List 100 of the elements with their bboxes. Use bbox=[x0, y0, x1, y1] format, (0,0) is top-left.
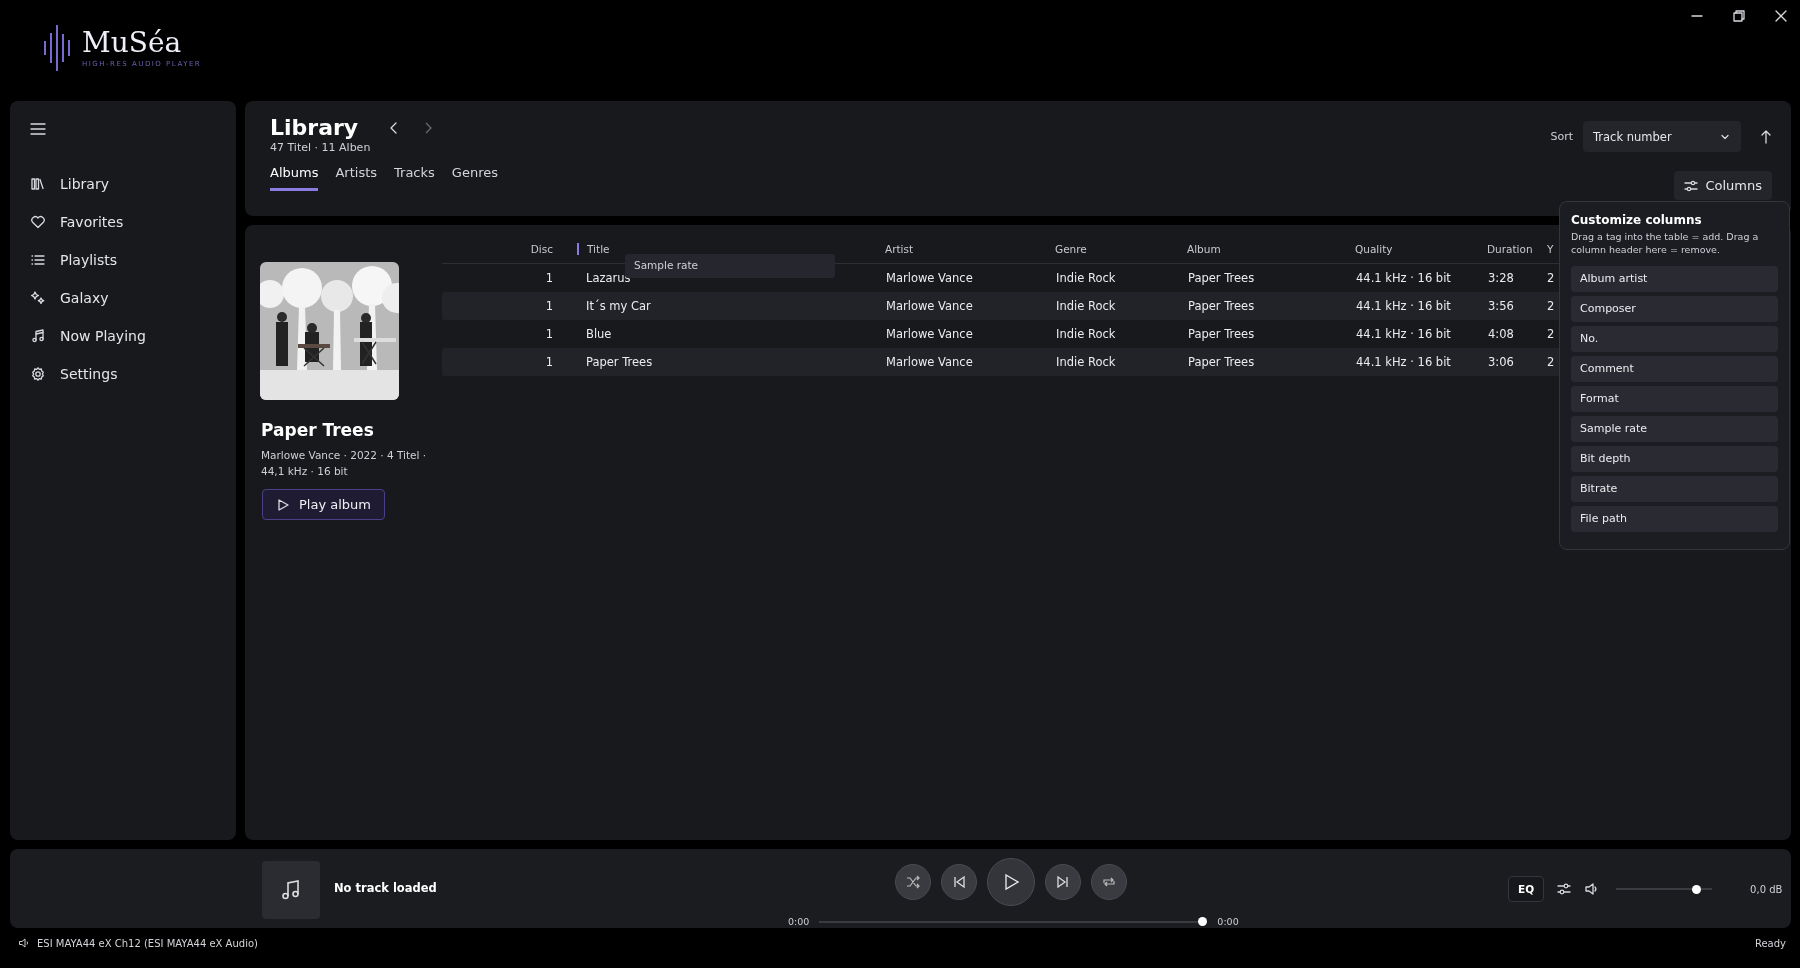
column-header[interactable]: Y bbox=[1545, 243, 1560, 255]
sidebar-item[interactable]: Galaxy bbox=[10, 279, 236, 317]
heart-icon bbox=[30, 214, 46, 230]
table-cell-text: 3:28 bbox=[1487, 271, 1515, 285]
shuffle-icon bbox=[905, 874, 921, 890]
table-cell-text: Paper Trees bbox=[1187, 327, 1256, 341]
settings-icon bbox=[30, 366, 46, 382]
panel-title: Customize columns bbox=[1571, 213, 1703, 227]
table-cell-text: 1 bbox=[544, 355, 554, 369]
track-title: No track loaded bbox=[334, 881, 437, 895]
previous-icon bbox=[951, 874, 967, 890]
audio-device: ESI MAYA44 eX Ch12 (ESI MAYA44 eX Audio) bbox=[37, 937, 258, 949]
column-header[interactable]: Duration bbox=[1479, 243, 1545, 255]
table-cell-text: Marlowe Vance bbox=[885, 271, 974, 285]
table-cell-text: 2 bbox=[1546, 299, 1556, 313]
album-details: Marlowe Vance · 2022 · 4 Titel · 44,1 kHz · 16 bit bbox=[261, 448, 428, 479]
sliders-icon[interactable] bbox=[1556, 881, 1573, 897]
table-cell-text: 3:56 bbox=[1487, 299, 1515, 313]
tab[interactable]: Artists bbox=[335, 165, 378, 191]
column-header[interactable]: Quality bbox=[1347, 243, 1479, 255]
music-note-icon bbox=[30, 328, 46, 344]
library-summary: 47 Titel · 11 Alben bbox=[270, 141, 371, 154]
column-tag[interactable]: Album artist bbox=[1571, 266, 1778, 292]
sidebar-item[interactable]: Now Playing bbox=[10, 317, 236, 355]
sliders-icon bbox=[1684, 178, 1699, 193]
play-button[interactable] bbox=[987, 858, 1035, 906]
repeat-button[interactable] bbox=[1091, 864, 1127, 900]
total-time: 0:00 bbox=[1217, 916, 1239, 927]
column-header[interactable]: Disc bbox=[442, 243, 577, 255]
table-row[interactable]: 1 It´s my Car Marlowe Vance Indie Rock Paper Trees 44.1 kHz · 16 bit 3:56 2 bbox=[442, 292, 1560, 320]
column-tag[interactable]: Bitrate bbox=[1571, 476, 1778, 502]
play-icon bbox=[276, 497, 290, 512]
column-header[interactable]: Artist bbox=[877, 243, 1047, 255]
column-tag[interactable]: No. bbox=[1571, 326, 1778, 352]
column-tag[interactable]: Bit depth bbox=[1571, 446, 1778, 472]
tab[interactable]: Genres bbox=[451, 165, 498, 191]
sort-dropdown[interactable]: Track number bbox=[1583, 121, 1741, 152]
sidebar-item[interactable]: Library bbox=[10, 165, 236, 203]
elapsed-time: 0:00 bbox=[788, 916, 810, 927]
column-header[interactable]: Genre bbox=[1047, 243, 1179, 255]
column-tag[interactable]: Comment bbox=[1571, 356, 1778, 382]
table-cell-text: Marlowe Vance bbox=[885, 299, 974, 313]
table-cell-text: 2 bbox=[1546, 271, 1556, 285]
table-cell-text: 4:08 bbox=[1487, 327, 1515, 341]
sidebar-item[interactable]: Favorites bbox=[10, 203, 236, 241]
library-icon bbox=[30, 176, 46, 192]
sort-ascending-icon[interactable] bbox=[1759, 128, 1773, 145]
sort-label: Sort bbox=[1550, 130, 1573, 143]
table-cell-text: Indie Rock bbox=[1055, 327, 1117, 341]
table-cell-text: Paper Trees bbox=[1187, 271, 1256, 285]
table-cell-text: 1 bbox=[544, 299, 554, 313]
album-title: Paper Trees bbox=[261, 420, 375, 440]
status-text: Ready bbox=[1754, 937, 1786, 949]
table-cell-text: Indie Rock bbox=[1055, 355, 1117, 369]
column-tag[interactable]: Sample rate bbox=[1571, 416, 1778, 442]
table-cell-text: Paper Trees bbox=[1187, 355, 1256, 369]
seek-thumb[interactable] bbox=[1198, 917, 1208, 926]
table-cell-text: 44.1 kHz · 16 bit bbox=[1355, 355, 1452, 369]
column-tag[interactable]: Composer bbox=[1571, 296, 1778, 322]
next-button[interactable] bbox=[1045, 864, 1081, 900]
table-cell-text: 44.1 kHz · 16 bit bbox=[1355, 327, 1452, 341]
table-cell-text: 44.1 kHz · 16 bit bbox=[1355, 299, 1452, 313]
table-cell-text: 1 bbox=[544, 271, 554, 285]
next-icon bbox=[1055, 874, 1071, 890]
drag-ghost: Sample rate bbox=[625, 254, 835, 278]
shuffle-button[interactable] bbox=[895, 864, 931, 900]
eq-button[interactable]: EQ bbox=[1508, 876, 1545, 902]
page-title: Library bbox=[270, 115, 359, 140]
table-cell-text: Indie Rock bbox=[1055, 271, 1117, 285]
table-cell-text: Blue bbox=[585, 327, 613, 341]
columns-button[interactable]: Columns bbox=[1674, 171, 1772, 200]
table-cell-text: Marlowe Vance bbox=[885, 327, 974, 341]
app-logo-text: MuSéa bbox=[82, 28, 183, 58]
sidebar-item[interactable]: Playlists bbox=[10, 241, 236, 279]
list-icon bbox=[30, 252, 46, 268]
table-cell-text: 2 bbox=[1546, 355, 1556, 369]
table-row[interactable]: 1 Paper Trees Marlowe Vance Indie Rock Paper Trees 44.1 kHz · 16 bit 3:06 2 bbox=[442, 348, 1560, 376]
table-cell-text: 2 bbox=[1546, 327, 1556, 341]
column-tag[interactable]: Format bbox=[1571, 386, 1778, 412]
column-tag[interactable]: File path bbox=[1571, 506, 1778, 532]
speaker-icon bbox=[18, 937, 30, 949]
tab[interactable]: Tracks bbox=[394, 165, 435, 191]
sidebar-item[interactable]: Settings bbox=[10, 355, 236, 393]
table-cell-text: It´s my Car bbox=[585, 299, 652, 313]
sparkle-icon bbox=[30, 290, 46, 306]
table-cell-text: 44.1 kHz · 16 bit bbox=[1355, 271, 1452, 285]
column-header[interactable]: Album bbox=[1179, 243, 1347, 255]
table-cell-text: Indie Rock bbox=[1055, 299, 1117, 313]
table-cell-text: 3:06 bbox=[1487, 355, 1515, 369]
previous-button[interactable] bbox=[941, 864, 977, 900]
panel-hint: Drag a tag into the table = add. Drag a column header here = remove. bbox=[1571, 230, 1760, 256]
gain-reading: 0,0 dB bbox=[1750, 883, 1783, 895]
tab[interactable]: Albums bbox=[270, 165, 319, 191]
table-cell-text: 1 bbox=[544, 327, 554, 341]
play-icon bbox=[1002, 873, 1020, 891]
play-album-button[interactable]: Play album bbox=[262, 489, 385, 520]
table-cell-text: Paper Trees bbox=[1187, 299, 1256, 313]
table-cell-text: Marlowe Vance bbox=[885, 355, 974, 369]
table-cell-text: Paper Trees bbox=[585, 355, 654, 369]
volume-thumb[interactable] bbox=[1691, 884, 1701, 894]
